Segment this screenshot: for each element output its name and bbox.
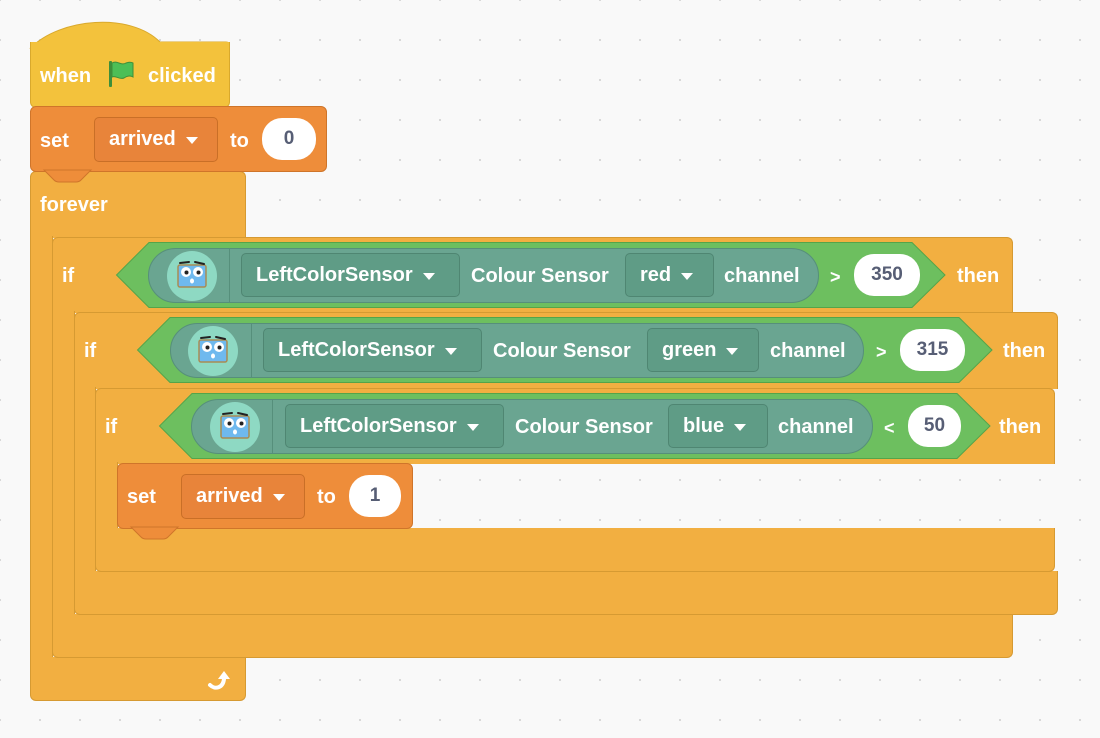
caret-down-icon	[272, 494, 285, 501]
forever-label: forever	[40, 194, 108, 216]
green-flag-icon	[106, 59, 136, 89]
set-notch-bottom	[42, 169, 93, 183]
caret-down-icon	[681, 272, 694, 280]
value-input-2[interactable]: 315	[900, 329, 965, 371]
forever-arm	[30, 236, 53, 661]
robot-sprite-icon	[209, 401, 261, 453]
sensor-dropdown-1[interactable]: LeftColorSensor	[241, 253, 460, 297]
hat-clicked-label: clicked	[148, 65, 216, 87]
channel-label-2: channel	[770, 340, 846, 362]
then-label-1: then	[957, 265, 1000, 287]
caret-down-icon	[422, 272, 435, 280]
if-label-3: if	[105, 416, 118, 438]
sensor-type-label-3: Colour Sensor	[515, 416, 653, 438]
if-arm-3	[95, 462, 118, 530]
value-input-3[interactable]: 50	[908, 405, 961, 447]
value-input-1[interactable]: 350	[854, 254, 920, 296]
channel-dropdown-1[interactable]: red	[625, 253, 714, 297]
value-input-initial[interactable]: 0	[262, 118, 316, 160]
sensor-name: LeftColorSensor	[300, 414, 457, 437]
loop-arrow-icon	[206, 668, 234, 692]
variable-name: arrived	[109, 128, 176, 150]
caret-down-icon	[444, 347, 457, 355]
sensor-icon-divider-2	[251, 324, 252, 377]
sensor-icon-divider-1	[229, 249, 230, 302]
channel-name: red	[640, 263, 672, 286]
sensor-dropdown-2[interactable]: LeftColorSensor	[263, 328, 482, 372]
sensor-name: LeftColorSensor	[256, 263, 413, 286]
if-label-1: if	[62, 265, 75, 287]
operator-1: >	[830, 267, 841, 287]
sensor-type-label-1: Colour Sensor	[471, 265, 609, 287]
channel-dropdown-2[interactable]: green	[647, 328, 759, 372]
sensor-type-label-2: Colour Sensor	[493, 340, 631, 362]
caret-down-icon	[185, 137, 198, 144]
sensor-dropdown-3[interactable]: LeftColorSensor	[285, 404, 504, 448]
channel-label-3: channel	[778, 416, 854, 438]
if-bottom-1	[52, 614, 1013, 658]
caret-down-icon	[466, 423, 479, 431]
robot-sprite-icon	[187, 325, 239, 377]
then-label-3: then	[999, 416, 1042, 438]
if-bottom-2	[74, 571, 1058, 615]
sensor-name: LeftColorSensor	[278, 338, 435, 361]
caret-down-icon	[726, 347, 739, 355]
channel-label-1: channel	[724, 265, 800, 287]
variable-dropdown-inner[interactable]: arrived	[181, 474, 305, 519]
channel-name: green	[662, 338, 717, 361]
to-label-inner: to	[317, 486, 336, 508]
set-label-initial: set	[40, 130, 69, 152]
to-label-initial: to	[230, 130, 249, 152]
variable-name: arrived	[196, 485, 263, 507]
if-bottom-3	[95, 528, 1055, 572]
set-label-inner: set	[127, 486, 156, 508]
if-arm-2	[74, 387, 96, 573]
if-label-2: if	[84, 340, 97, 362]
sensor-icon-divider-3	[272, 400, 273, 453]
hat-when-label: when	[40, 65, 92, 87]
if-arm-1	[52, 311, 75, 617]
operator-3: <	[884, 418, 895, 438]
caret-down-icon	[734, 423, 747, 431]
channel-name: blue	[683, 414, 725, 437]
robot-sprite-icon	[166, 250, 218, 302]
then-label-2: then	[1003, 340, 1046, 362]
channel-dropdown-3[interactable]: blue	[668, 404, 768, 448]
variable-dropdown-initial[interactable]: arrived	[94, 117, 218, 162]
set-notch-bottom-inner	[129, 526, 180, 540]
operator-2: >	[876, 342, 887, 362]
value-input-inner[interactable]: 1	[349, 475, 401, 517]
